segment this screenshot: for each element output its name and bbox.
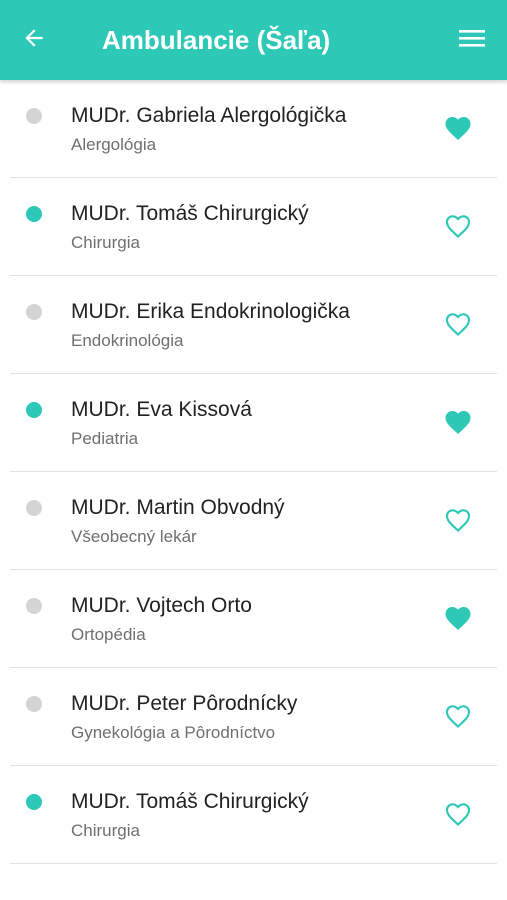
list-item[interactable]: MUDr. Martin Obvodný Všeobecný lekár	[10, 472, 497, 570]
page-title: Ambulancie (Šaľa)	[102, 25, 331, 55]
status-dot	[26, 696, 42, 712]
doctor-list: MUDr. Gabriela Alergológička Alergológia M…	[0, 80, 507, 864]
status-dot	[26, 794, 42, 810]
heart-outline-icon[interactable]	[440, 796, 476, 830]
heart-outline-icon[interactable]	[440, 208, 476, 242]
doctor-specialty: Endokrinológia	[71, 331, 184, 350]
hamburger-menu-icon	[459, 28, 485, 53]
list-item[interactable]: MUDr. Eva Kissová Pediatria	[10, 374, 497, 472]
list-item[interactable]: MUDr. Tomáš Chirurgický Chirurgia	[10, 766, 497, 864]
doctor-name: MUDr. Martin Obvodný	[71, 496, 285, 519]
doctor-specialty: Všeobecný lekár	[71, 527, 197, 546]
doctor-specialty: Chirurgia	[71, 233, 140, 252]
heart-filled-icon[interactable]	[440, 110, 476, 144]
heart-outline-icon[interactable]	[440, 306, 476, 340]
doctor-name: MUDr. Eva Kissová	[71, 398, 252, 421]
doctor-specialty: Chirurgia	[71, 821, 140, 840]
status-dot	[26, 108, 42, 124]
doctor-name: MUDr. Vojtech Orto	[71, 594, 252, 617]
heart-outline-icon[interactable]	[440, 502, 476, 536]
list-item[interactable]: MUDr. Gabriela Alergológička Alergológia	[10, 80, 497, 178]
doctor-name: MUDr. Erika Endokrinologička	[71, 300, 350, 323]
list-item[interactable]: MUDr. Erika Endokrinologička Endokrinológ…	[10, 276, 497, 374]
list-item[interactable]: MUDr. Vojtech Orto Ortopédia	[10, 570, 497, 668]
status-dot	[26, 206, 42, 222]
doctor-specialty: Gynekológia a Pôrodníctvo	[71, 723, 276, 742]
doctor-name: MUDr. Peter Pôrodnícky	[71, 692, 298, 715]
doctor-specialty: Alergológia	[71, 135, 157, 154]
doctor-specialty: Ortopédia	[71, 625, 146, 644]
list-item[interactable]: MUDr. Peter Pôrodnícky Gynekológia a Pôro…	[10, 668, 497, 766]
heart-outline-icon[interactable]	[440, 698, 476, 732]
app-bar: Ambulancie (Šaľa)	[0, 0, 507, 80]
doctor-name: MUDr. Tomáš Chirurgický	[71, 202, 309, 225]
list-item[interactable]: MUDr. Tomáš Chirurgický Chirurgia	[10, 178, 497, 276]
status-dot	[26, 304, 42, 320]
doctor-specialty: Pediatria	[71, 429, 139, 448]
doctor-name: MUDr. Tomáš Chirurgický	[71, 790, 309, 813]
doctor-name: MUDr. Gabriela Alergológička	[71, 104, 347, 127]
status-dot	[26, 402, 42, 418]
back-button[interactable]	[14, 20, 54, 60]
status-dot	[26, 598, 42, 614]
heart-filled-icon[interactable]	[440, 600, 476, 634]
menu-button[interactable]	[452, 22, 492, 58]
status-dot	[26, 500, 42, 516]
heart-filled-icon[interactable]	[440, 404, 476, 438]
arrow-left-icon	[21, 25, 47, 56]
